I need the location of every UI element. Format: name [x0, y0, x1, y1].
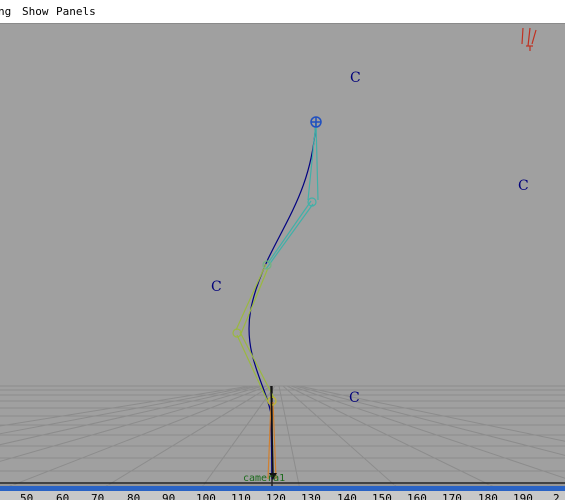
frame-tick-label: 2 [553, 492, 560, 500]
frame-tick-label: 180 [478, 492, 498, 500]
cluster-locator[interactable]: C [211, 279, 222, 295]
view-axis-icon [521, 27, 537, 51]
menu-bar: ng Show Panels [0, 0, 565, 24]
frame-tick-label: 150 [372, 492, 392, 500]
time-slider[interactable]: 50 60 70 80 90 100 110 120 130 140 150 1… [0, 486, 565, 500]
frame-tick-label: 170 [442, 492, 462, 500]
viewport-canvas[interactable]: C C C C camera1 [0, 24, 565, 490]
frame-tick-label: 140 [337, 492, 357, 500]
cluster-locator[interactable]: C [350, 70, 361, 86]
frame-tick-label: 90 [162, 492, 176, 500]
camera-label: camera1 [243, 473, 285, 484]
frame-tick-label: 80 [127, 492, 141, 500]
frame-tick-label: 100 [196, 492, 216, 500]
frame-tick-label: 70 [91, 492, 105, 500]
frame-tick-label: 160 [407, 492, 427, 500]
time-slider-range[interactable] [0, 486, 565, 491]
menu-item-show[interactable]: Show [22, 6, 49, 18]
menu-item-shading[interactable]: ng [0, 6, 11, 18]
frame-tick-label: 130 [301, 492, 321, 500]
frame-tick-label: 110 [231, 492, 251, 500]
menu-item-panels[interactable]: Panels [56, 6, 96, 18]
viewport-3d[interactable]: C C C C camera1 [0, 24, 565, 490]
frame-tick-label: 120 [266, 492, 286, 500]
frame-tick-label: 190 [513, 492, 533, 500]
ik-handle-icon[interactable] [310, 116, 322, 128]
cluster-locator[interactable]: C [518, 178, 529, 194]
frame-tick-label: 50 [20, 492, 34, 500]
cluster-locator[interactable]: C [349, 390, 360, 406]
frame-tick-label: 60 [56, 492, 70, 500]
